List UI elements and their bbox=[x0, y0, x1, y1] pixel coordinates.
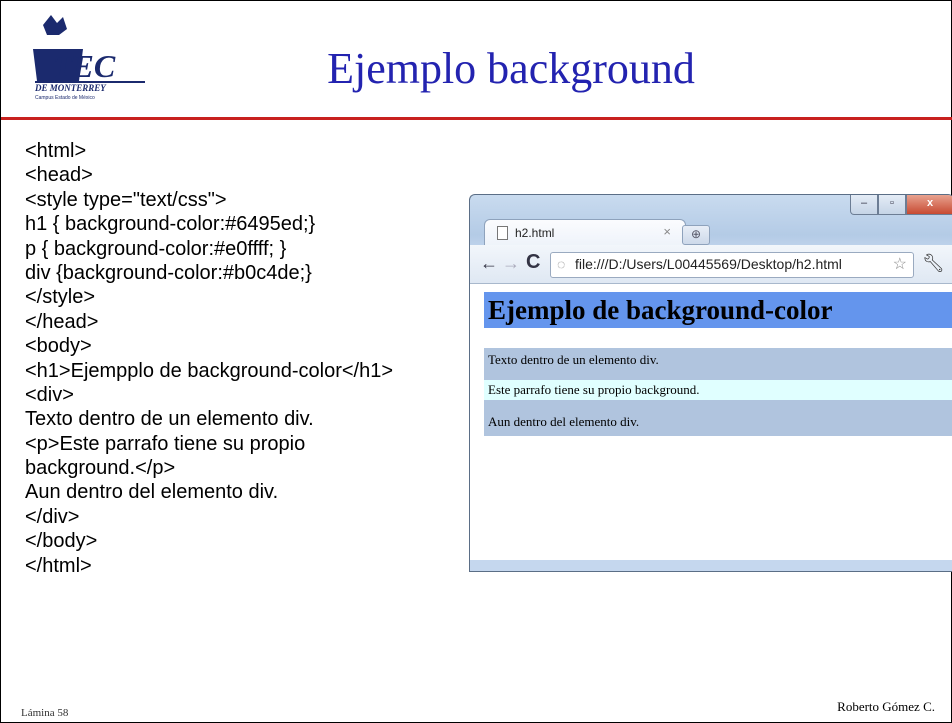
code-line: Texto dentro de un elemento div. bbox=[25, 408, 314, 431]
code-line: </body> bbox=[25, 530, 98, 553]
demo-paragraph-text: Este parrafo tiene su propio background. bbox=[488, 382, 700, 397]
code-line: </div> bbox=[25, 505, 80, 528]
logo-subtitle: DE MONTERREY bbox=[34, 83, 107, 93]
code-line: Aun dentro del elemento div. bbox=[25, 481, 279, 504]
browser-window: ‒ ▫ x h2.html × ⊕ ← → C ◌ file:///D:/Use… bbox=[469, 194, 952, 572]
code-line: h1 { background-color:#6495ed;} bbox=[25, 213, 316, 236]
code-line: div {background-color:#b0c4de;} bbox=[25, 261, 312, 284]
slide-title: Ejemplo background bbox=[327, 44, 695, 93]
slide: TEC DE MONTERREY Campus Estado de México… bbox=[0, 0, 952, 723]
page-viewport: Ejemplo de background-color Texto dentro… bbox=[470, 284, 952, 560]
code-line: <p>Este parrafo tiene su propio bbox=[25, 432, 306, 455]
logo-campus: Campus Estado de México bbox=[35, 95, 95, 101]
demo-div-text-2: Aun dentro del elemento div. bbox=[488, 414, 640, 429]
wrench-icon[interactable]: 🔧︎ bbox=[922, 253, 945, 274]
code-line: </style> bbox=[25, 286, 96, 309]
close-button[interactable]: x bbox=[906, 195, 952, 215]
code-line: <html> bbox=[25, 140, 87, 162]
code-line: background.</p> bbox=[25, 457, 176, 480]
code-listing: <html> <head> <style type="text/css"> h1 { … bbox=[25, 139, 393, 578]
forward-arrow-icon[interactable]: → bbox=[502, 253, 520, 274]
slide-number: Lámina 58 bbox=[21, 707, 69, 719]
page-info-icon: ◌ bbox=[557, 256, 566, 272]
minimize-button[interactable]: ‒ bbox=[850, 195, 878, 215]
back-arrow-icon[interactable]: ← bbox=[480, 253, 498, 274]
code-line: </head> bbox=[25, 310, 99, 333]
maximize-button[interactable]: ▫ bbox=[878, 195, 906, 215]
demo-heading: Ejemplo de background-color bbox=[484, 292, 952, 328]
code-line: </html> bbox=[25, 554, 92, 577]
browser-tab[interactable]: h2.html × bbox=[484, 219, 686, 246]
reload-icon[interactable]: C bbox=[526, 251, 540, 274]
url-text: file:///D:/Users/L00445569/Desktop/h2.ht… bbox=[575, 256, 842, 272]
code-line: <body> bbox=[25, 335, 92, 358]
demo-paragraph: Este parrafo tiene su propio background. bbox=[484, 380, 952, 400]
code-line: <div> bbox=[25, 383, 74, 406]
page-icon bbox=[497, 226, 508, 240]
window-controls: ‒ ▫ x bbox=[850, 195, 952, 215]
demo-div-text-1: Texto dentro de un elemento div. bbox=[488, 352, 659, 367]
new-tab-button[interactable]: ⊕ bbox=[682, 225, 710, 245]
code-line: <style type="text/css"> bbox=[25, 188, 227, 211]
code-line: <h1>Ejempplo de background-color</h1> bbox=[25, 359, 394, 382]
tec-logo: TEC DE MONTERREY Campus Estado de México bbox=[33, 15, 145, 101]
logo-text: TEC bbox=[53, 48, 116, 84]
title-rule bbox=[1, 117, 952, 120]
browser-toolbar: ← → C ◌ file:///D:/Users/L00445569/Deskt… bbox=[470, 245, 952, 284]
demo-div: Texto dentro de un elemento div. Este pa… bbox=[484, 348, 952, 436]
tab-close-icon[interactable]: × bbox=[663, 224, 671, 239]
tab-title: h2.html bbox=[515, 226, 555, 240]
code-line: p { background-color:#e0ffff; } bbox=[25, 237, 287, 260]
address-bar[interactable]: ◌ file:///D:/Users/L00445569/Desktop/h2.… bbox=[550, 252, 914, 278]
code-line: <head> bbox=[25, 164, 93, 187]
bookmark-star-icon[interactable]: ☆ bbox=[893, 254, 907, 274]
author: Roberto Gómez C. bbox=[837, 699, 935, 714]
